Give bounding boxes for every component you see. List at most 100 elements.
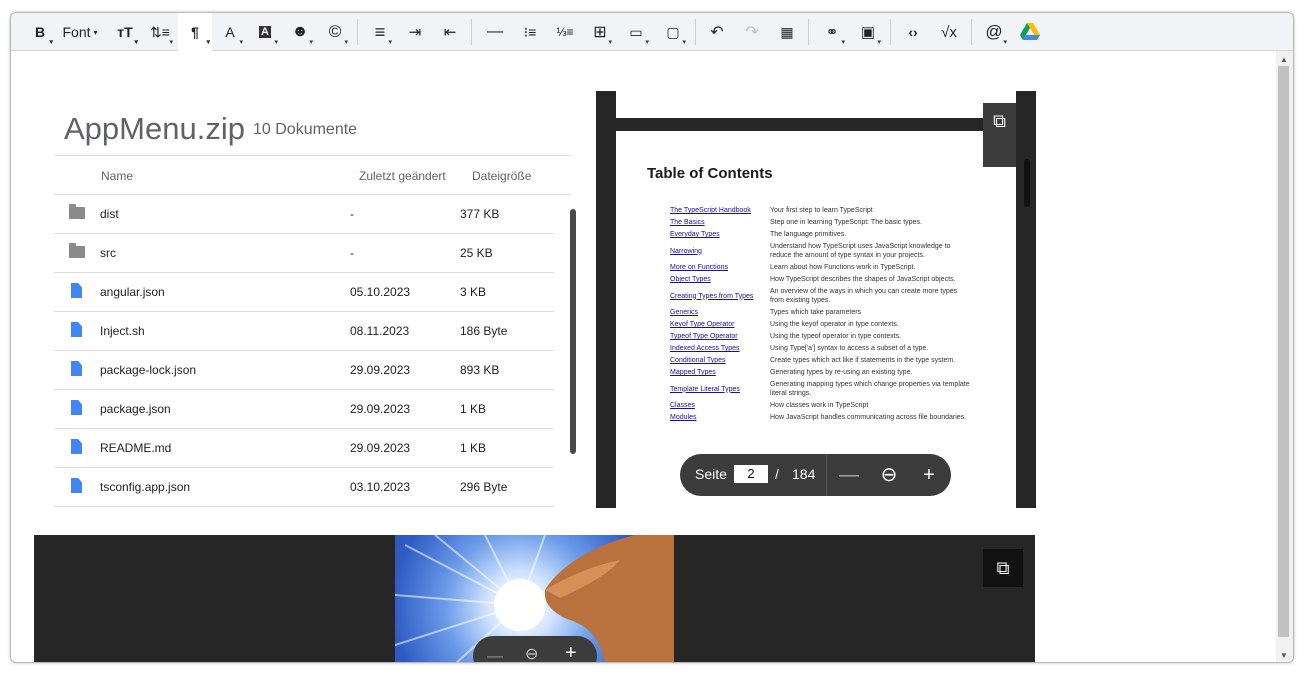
- pdf-scrollbar[interactable]: [1024, 159, 1030, 207]
- open-external-icon[interactable]: ⧉: [983, 549, 1023, 587]
- paragraph-icon[interactable]: ¶ ▾: [178, 13, 212, 51]
- modified-date: -: [350, 207, 354, 221]
- link-icon[interactable]: ⚭ ▾: [817, 13, 847, 51]
- table-row[interactable]: dist - 377 KB: [54, 195, 554, 234]
- toc-link[interactable]: Indexed Access Types: [670, 344, 770, 353]
- toc-entry: Mapped Types Generating types by re-using…: [670, 368, 990, 377]
- clear-format-icon[interactable]: ▦: [773, 13, 801, 51]
- toc-description: How TypeScript describes the shapes of J…: [770, 276, 956, 283]
- redo-icon[interactable]: ↷: [738, 13, 766, 51]
- font-dropdown[interactable]: Font ▾: [57, 13, 103, 51]
- toc-link[interactable]: Typeof Type Operator: [670, 332, 770, 341]
- toc-entry: Narrowing Understand how TypeScript uses …: [670, 242, 990, 260]
- modified-date: 03.10.2023: [350, 480, 411, 494]
- minus-icon[interactable]: —: [487, 648, 503, 662]
- file-size: 186 Byte: [460, 324, 508, 338]
- table-row[interactable]: package-lock.json 29.09.2023 893 KB: [54, 351, 554, 390]
- background-color-icon[interactable]: A ▾: [250, 13, 280, 51]
- toc-description: Step one in learning TypeScript: The bas…: [770, 219, 922, 226]
- file-name: tsconfig.app.json: [100, 480, 191, 494]
- toc-link[interactable]: Generics: [670, 308, 770, 317]
- toc-entry: Generics Types which take parameters: [670, 308, 990, 317]
- vertical-scrollbar[interactable]: ▲ ▼: [1276, 51, 1293, 662]
- file-name: package-lock.json: [100, 363, 197, 377]
- outdent-icon[interactable]: ⇤: [436, 13, 464, 51]
- toc-link[interactable]: Conditional Types: [670, 356, 770, 365]
- table-row[interactable]: package.json 29.09.2023 1 KB: [54, 390, 554, 429]
- image-controls: — ⊖ +: [473, 636, 597, 662]
- toc-link[interactable]: Narrowing: [670, 242, 770, 260]
- file-size: 893 KB: [460, 363, 500, 377]
- page-separator: /: [775, 466, 779, 482]
- bullet-list-icon[interactable]: ⁝≡: [516, 13, 544, 51]
- page-label: Seite: [695, 466, 727, 482]
- line-height-icon[interactable]: ⇅≡ ▾: [145, 13, 175, 51]
- mention-icon[interactable]: @ ▾: [979, 13, 1009, 51]
- toc-link[interactable]: Mapped Types: [670, 368, 770, 377]
- file-icon: [71, 361, 82, 376]
- table-fill-icon[interactable]: ▭ ▾: [621, 13, 651, 51]
- column-name[interactable]: Name: [101, 169, 133, 183]
- toc-entry: Modules How JavaScript handles communicat…: [670, 413, 990, 422]
- table-row[interactable]: angular.json 05.10.2023 3 KB: [54, 273, 554, 312]
- scrollbar-thumb[interactable]: [1278, 66, 1289, 637]
- font-color-icon[interactable]: A ▾: [215, 13, 245, 51]
- minus-icon[interactable]: —: [835, 461, 863, 489]
- page-number-input[interactable]: 2: [734, 465, 768, 483]
- toc-description: Using the typeof operator in type contex…: [770, 333, 902, 340]
- toc-link[interactable]: Classes: [670, 401, 770, 410]
- table-row[interactable]: tsconfig.app.json 03.10.2023 296 Byte: [54, 468, 554, 507]
- toc-link[interactable]: Modules: [670, 413, 770, 422]
- toc-link[interactable]: The Basics: [670, 218, 770, 227]
- zoom-in-icon[interactable]: +: [915, 461, 943, 489]
- text-size-icon[interactable]: ᴛT ▾: [110, 13, 140, 51]
- scroll-down-icon[interactable]: ▼: [1280, 651, 1288, 660]
- google-drive-logo: [1020, 23, 1040, 40]
- formula-icon[interactable]: √x: [934, 13, 964, 51]
- toc-description: Using the keyof operator in type context…: [770, 321, 899, 328]
- file-name: src: [100, 246, 116, 260]
- scroll-up-icon[interactable]: ▲: [1280, 55, 1288, 64]
- toc-link[interactable]: Template Literal Types: [670, 380, 770, 398]
- file-icon: [71, 283, 82, 298]
- table-cell-icon[interactable]: ▢ ▾: [658, 13, 688, 51]
- align-icon[interactable]: ≡ ▾: [366, 13, 394, 51]
- column-modified[interactable]: Zuletzt geändert: [359, 169, 446, 183]
- code-icon[interactable]: ‹›: [899, 13, 927, 51]
- numbered-list-icon[interactable]: ⅓≡: [551, 13, 579, 51]
- zoom-in-icon[interactable]: +: [565, 642, 577, 662]
- column-size[interactable]: Dateigröße: [472, 169, 531, 183]
- toc-link[interactable]: The TypeScript Handbook: [670, 206, 770, 215]
- toc-link[interactable]: Creating Types from Types: [670, 287, 770, 305]
- table-row[interactable]: src - 25 KB: [54, 234, 554, 273]
- indent-icon[interactable]: ⇥: [401, 13, 429, 51]
- toc-link[interactable]: More on Functions: [670, 263, 770, 272]
- file-name: README.md: [100, 441, 172, 455]
- open-external-icon[interactable]: ⧉: [983, 103, 1016, 167]
- bold-button[interactable]: B ▾: [25, 13, 55, 51]
- special-chars-icon[interactable]: © ▾: [320, 13, 350, 51]
- toc-link[interactable]: Keyof Type Operator: [670, 320, 770, 329]
- table-row[interactable]: Inject.sh 08.11.2023 186 Byte: [54, 312, 554, 351]
- undo-icon[interactable]: ↶: [703, 13, 731, 51]
- editor-toolbar: B ▾ Font ▾ ᴛT ▾ ⇅≡ ▾ ¶ ▾ A ▾ A ▾ ☻ ▾ © ▾ ≡ ▾ ⇥ ⇤ —…: [11, 13, 1293, 51]
- zoom-out-icon[interactable]: ⊖: [525, 644, 538, 662]
- horizontal-rule-icon[interactable]: —: [481, 13, 509, 51]
- file-list-scrollbar[interactable]: [570, 209, 576, 454]
- file-name: Inject.sh: [100, 324, 145, 338]
- emoji-icon[interactable]: ☻ ▾: [285, 13, 315, 51]
- toc-description: Understand how TypeScript uses JavaScrip…: [770, 243, 951, 259]
- google-drive-icon[interactable]: [1016, 13, 1044, 51]
- zoom-out-icon[interactable]: ⊖: [875, 461, 903, 489]
- toc-list: The TypeScript Handbook Your first step t…: [670, 206, 990, 425]
- modified-date: -: [350, 246, 354, 260]
- toc-link[interactable]: Object Types: [670, 275, 770, 284]
- toc-link[interactable]: Everyday Types: [670, 230, 770, 239]
- toc-description: Generating mapping types which change pr…: [770, 381, 970, 397]
- table-icon[interactable]: ⊞ ▾: [586, 13, 614, 51]
- toc-description: Your first step to learn TypeScript: [770, 207, 873, 214]
- image-icon[interactable]: ▣ ▾: [853, 13, 883, 51]
- file-size: 1 KB: [460, 402, 487, 416]
- bold-label: B: [34, 24, 46, 40]
- table-row[interactable]: README.md 29.09.2023 1 KB: [54, 429, 554, 468]
